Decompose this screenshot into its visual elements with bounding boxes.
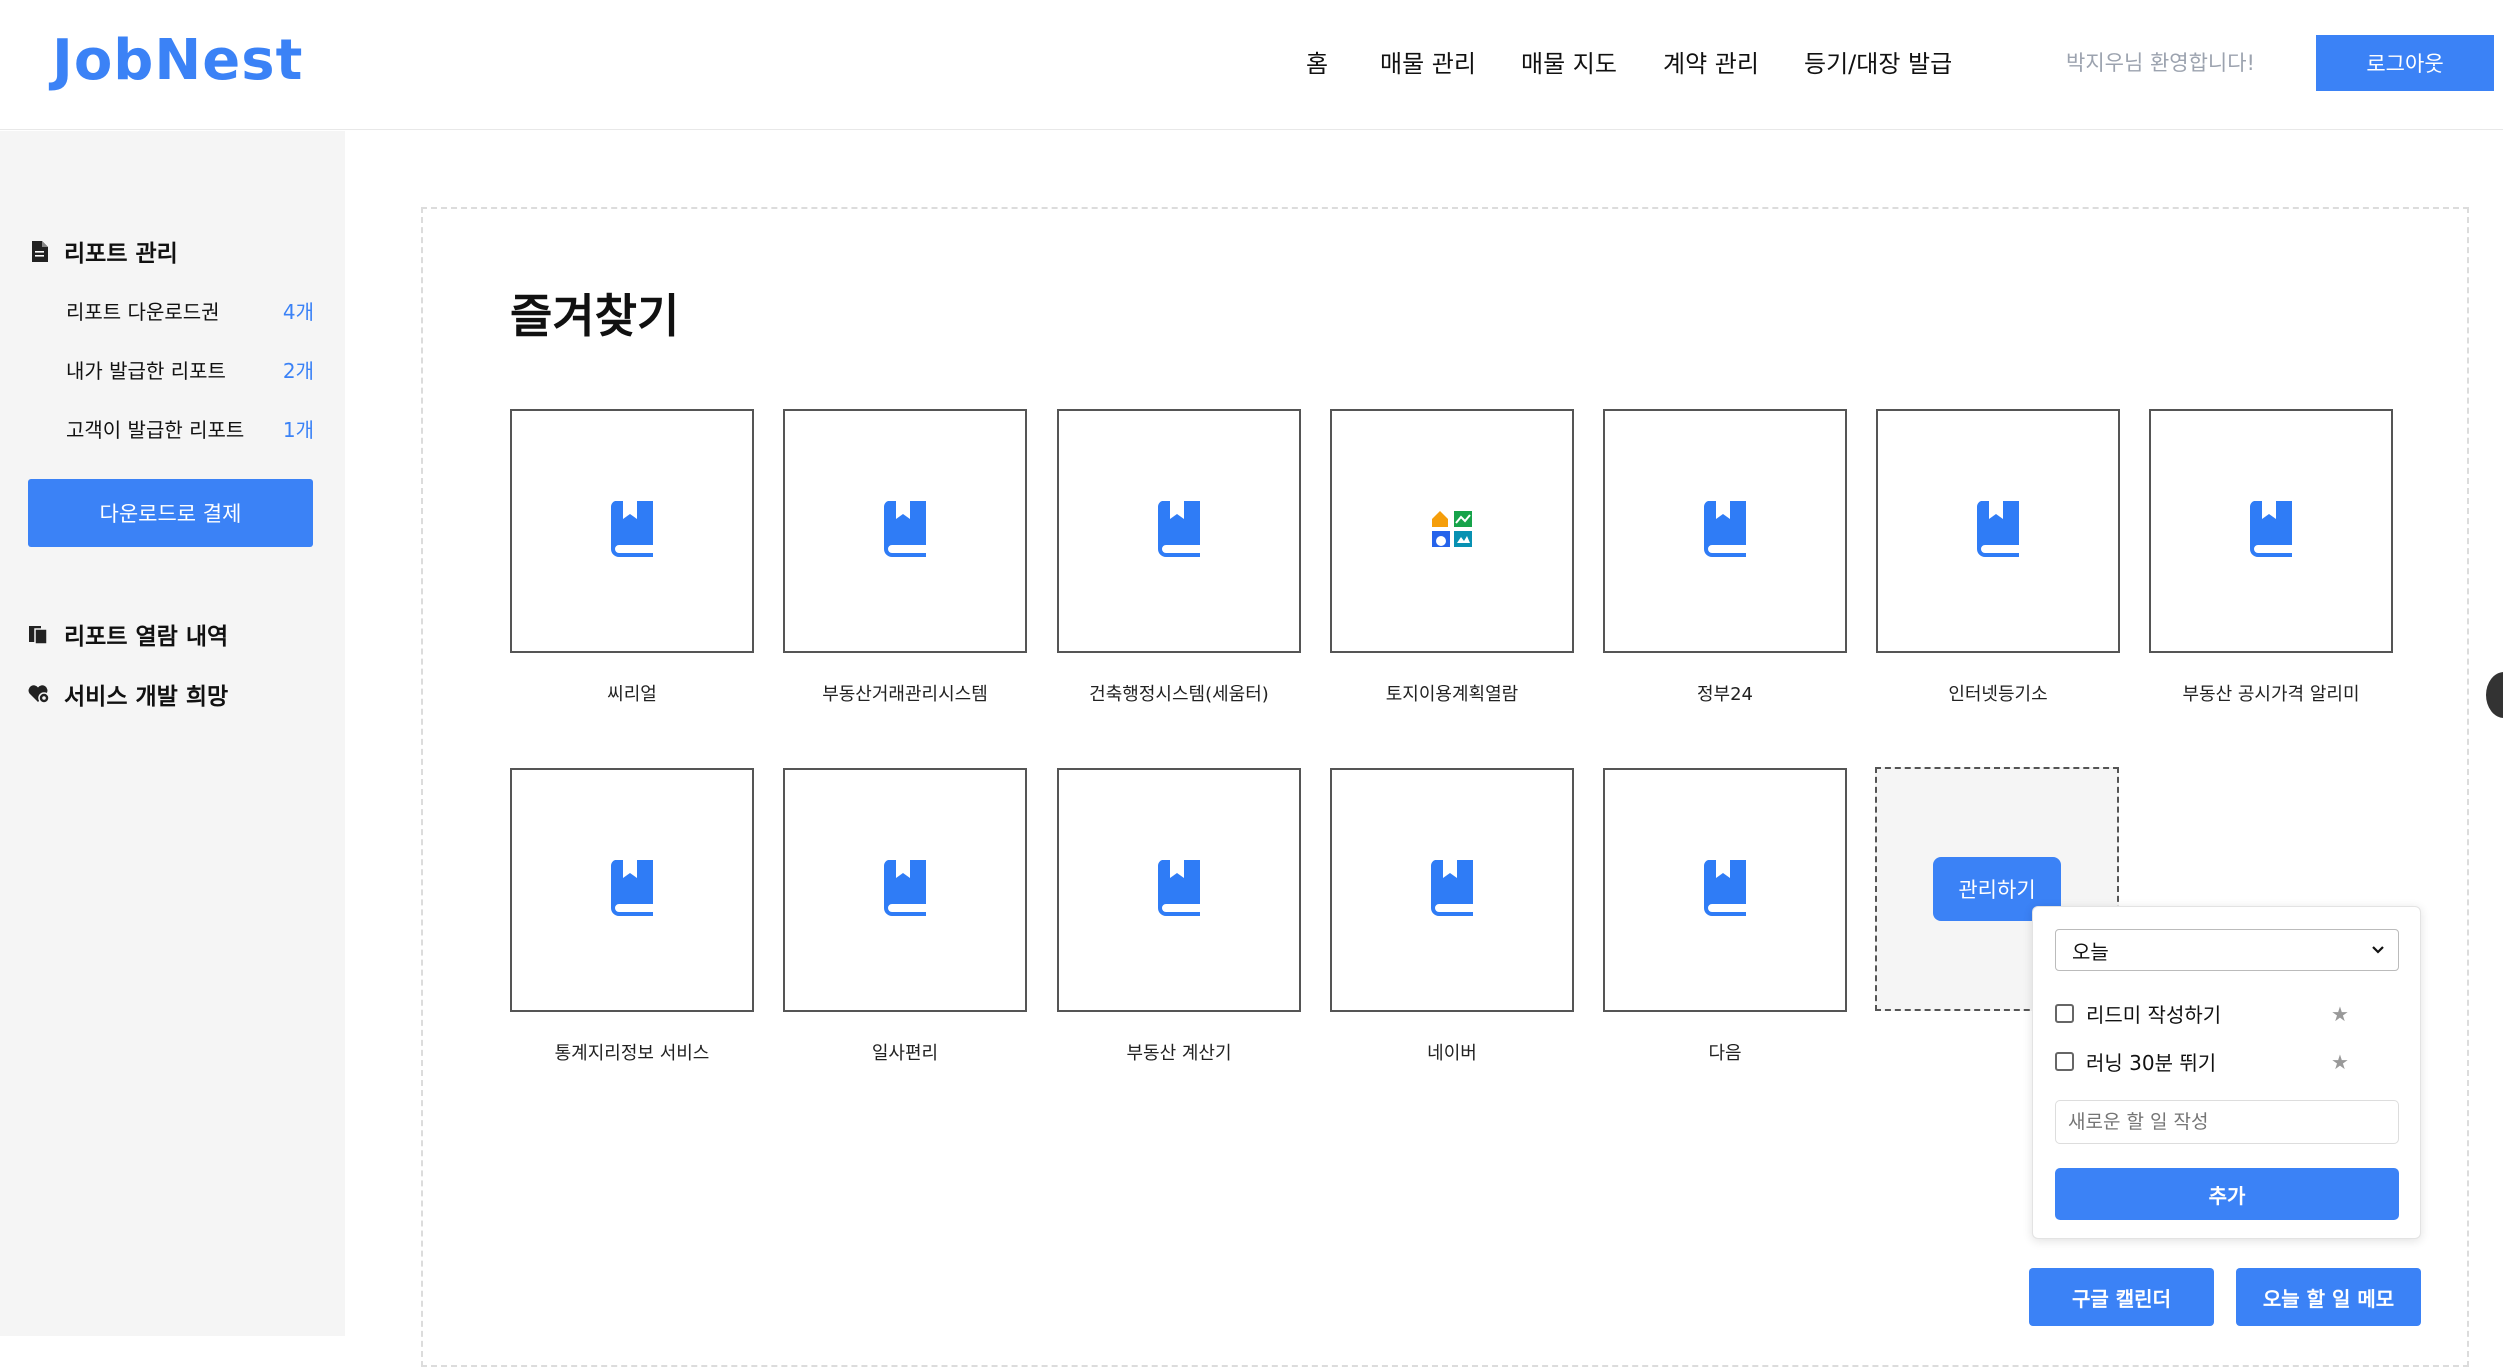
nav-contract-manage[interactable]: 계약 관리 bbox=[1663, 44, 1759, 79]
page-title: 즐겨찾기 bbox=[510, 289, 680, 343]
favorite-label[interactable]: 통계지리정보 서비스 bbox=[492, 1039, 772, 1065]
bookmark-book-icon bbox=[1700, 860, 1750, 920]
sidebar-section-report-history[interactable]: 리포트 열람 내역 bbox=[28, 617, 228, 651]
download-pay-button[interactable]: 다운로드로 결제 bbox=[28, 479, 313, 547]
files-icon bbox=[28, 622, 50, 646]
favorite-label[interactable]: 부동산 공시가격 알리미 bbox=[2131, 680, 2411, 706]
sidebar-item-label: 고객이 발급한 리포트 bbox=[66, 418, 245, 442]
sidebar-section-report-manage[interactable]: 리포트 관리 bbox=[28, 234, 178, 268]
sidebar-section-label: 리포트 관리 bbox=[64, 241, 178, 267]
bookmark-book-icon bbox=[880, 501, 930, 561]
heart-gear-icon bbox=[28, 682, 50, 706]
document-icon bbox=[28, 239, 50, 263]
sidebar-item-count: 4개 bbox=[282, 300, 314, 324]
sidebar-item-download-ticket[interactable]: 리포트 다운로드권 4개 bbox=[66, 296, 314, 325]
favorite-label[interactable]: 일사편리 bbox=[765, 1039, 1045, 1065]
sidebar-item-client-reports[interactable]: 고객이 발급한 리포트 1개 bbox=[66, 414, 314, 443]
favorite-label[interactable]: 인터넷등기소 bbox=[1858, 680, 2138, 706]
favorite-tile[interactable] bbox=[1057, 768, 1301, 1012]
favorite-tile[interactable] bbox=[510, 409, 754, 653]
land-use-logo-icon bbox=[1430, 507, 1474, 555]
favorite-label[interactable]: 씨리얼 bbox=[492, 680, 772, 706]
star-icon[interactable]: ★ bbox=[2331, 1002, 2349, 1026]
favorite-tile[interactable] bbox=[510, 768, 754, 1012]
favorite-label[interactable]: 부동산거래관리시스템 bbox=[765, 680, 1045, 706]
sidebar: 리포트 관리 리포트 다운로드권 4개 내가 발급한 리포트 2개 고객이 발급… bbox=[0, 131, 345, 1336]
sidebar-item-my-reports[interactable]: 내가 발급한 리포트 2개 bbox=[66, 355, 314, 384]
bookmark-book-icon bbox=[1973, 501, 2023, 561]
sidebar-section-service-wish[interactable]: 서비스 개발 희망 bbox=[28, 677, 228, 711]
favorite-tile[interactable] bbox=[2149, 409, 2393, 653]
today-memo-button[interactable]: 오늘 할 일 메모 bbox=[2236, 1268, 2421, 1326]
sidebar-item-label: 내가 발급한 리포트 bbox=[66, 359, 226, 383]
google-calendar-button[interactable]: 구글 캘린더 bbox=[2029, 1268, 2214, 1326]
todo-day-select[interactable]: 오늘 bbox=[2055, 929, 2399, 971]
favorite-tile[interactable] bbox=[1330, 409, 1574, 653]
logout-button[interactable]: 로그아웃 bbox=[2316, 35, 2494, 91]
bookmark-book-icon bbox=[1700, 501, 1750, 561]
sidebar-section-label: 리포트 열람 내역 bbox=[64, 624, 229, 650]
bookmark-book-icon bbox=[607, 860, 657, 920]
nav-listing-map[interactable]: 매물 지도 bbox=[1521, 44, 1617, 79]
favorite-label[interactable]: 네이버 bbox=[1312, 1039, 1592, 1065]
favorite-tile[interactable] bbox=[1876, 409, 2120, 653]
favorite-label[interactable]: 토지이용계획열람 bbox=[1312, 680, 1592, 706]
new-todo-input[interactable] bbox=[2055, 1100, 2399, 1144]
star-icon[interactable]: ★ bbox=[2331, 1050, 2349, 1074]
nav-home[interactable]: 홈 bbox=[1306, 44, 1328, 79]
add-todo-button[interactable]: 추가 bbox=[2055, 1168, 2399, 1220]
bookmark-book-icon bbox=[607, 501, 657, 561]
bookmark-book-icon bbox=[1154, 860, 1204, 920]
side-toggle-handle[interactable] bbox=[2486, 672, 2503, 718]
nav-listing-manage[interactable]: 매물 관리 bbox=[1380, 44, 1476, 79]
nav-registry-issue[interactable]: 등기/대장 발급 bbox=[1804, 44, 1952, 79]
todo-checkbox[interactable] bbox=[2055, 1052, 2074, 1071]
bookmark-book-icon bbox=[880, 860, 930, 920]
todo-item: 러닝 30분 뛰기 ★ bbox=[2055, 1047, 2355, 1076]
sidebar-section-label: 서비스 개발 희망 bbox=[64, 684, 229, 710]
chevron-down-icon bbox=[2368, 938, 2388, 967]
welcome-text: 박지우님 환영합니다! bbox=[2066, 51, 2255, 75]
favorite-label[interactable]: 다음 bbox=[1585, 1039, 1865, 1065]
favorite-tile[interactable] bbox=[1603, 768, 1847, 1012]
favorite-tile[interactable] bbox=[1057, 409, 1301, 653]
favorite-tile[interactable] bbox=[1603, 409, 1847, 653]
favorite-label[interactable]: 부동산 계산기 bbox=[1039, 1039, 1319, 1065]
bookmark-book-icon bbox=[2246, 501, 2296, 561]
todo-item-label: 러닝 30분 뛰기 bbox=[2086, 1051, 2217, 1075]
favorite-label[interactable]: 건축행정시스템(세움터) bbox=[1039, 680, 1319, 706]
todo-item: 리드미 작성하기 ★ bbox=[2055, 999, 2355, 1028]
top-header: JobNest 홈 매물 관리 매물 지도 계약 관리 등기/대장 발급 박지우… bbox=[0, 0, 2503, 130]
bookmark-book-icon bbox=[1154, 501, 1204, 561]
favorite-tile[interactable] bbox=[783, 409, 1027, 653]
sidebar-item-count: 1개 bbox=[282, 418, 314, 442]
sidebar-item-label: 리포트 다운로드권 bbox=[66, 300, 220, 324]
app-logo[interactable]: JobNest bbox=[52, 28, 303, 93]
sidebar-item-count: 2개 bbox=[282, 359, 314, 383]
todo-checkbox[interactable] bbox=[2055, 1004, 2074, 1023]
favorite-tile[interactable] bbox=[1330, 768, 1574, 1012]
favorite-tile[interactable] bbox=[783, 768, 1027, 1012]
todo-popup: 오늘 리드미 작성하기 ★ 러닝 30분 뛰기 ★ 추가 bbox=[2032, 906, 2421, 1239]
todo-item-label: 리드미 작성하기 bbox=[2086, 1003, 2222, 1027]
todo-day-select-value: 오늘 bbox=[2072, 939, 2109, 964]
bookmark-book-icon bbox=[1427, 860, 1477, 920]
favorite-label[interactable]: 정부24 bbox=[1585, 680, 1865, 706]
